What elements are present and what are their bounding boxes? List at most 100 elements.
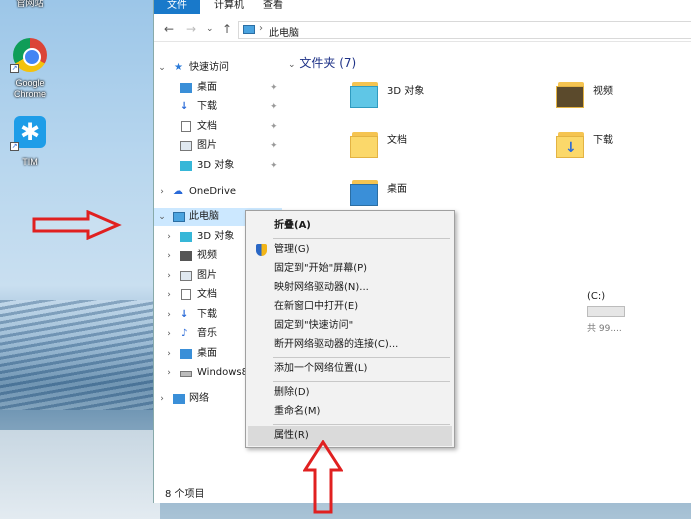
chevron-down-icon[interactable]: ⌄ xyxy=(158,59,166,77)
folder-label-3d-objects[interactable]: 3D 对象 xyxy=(387,82,424,97)
cube-icon xyxy=(180,232,192,242)
this-pc-icon xyxy=(243,25,255,34)
sidebar-item-onedrive[interactable]: › ☁ OneDrive xyxy=(154,183,282,201)
folder-label-downloads[interactable]: 下载 xyxy=(593,131,613,146)
menu-separator xyxy=(273,381,450,382)
folder-downloads-icon[interactable]: ↓ xyxy=(556,128,588,158)
sidebar-item-documents[interactable]: 文档 ✦ xyxy=(154,118,282,136)
chevron-right-icon[interactable]: › xyxy=(165,286,173,304)
pin-icon[interactable]: ✦ xyxy=(270,79,278,97)
sidebar-item-quick-access[interactable]: ⌄ ★ 快速访问 xyxy=(154,59,282,77)
sidebar-label: 图片 xyxy=(197,140,217,151)
chevron-down-icon[interactable]: ⌄ xyxy=(158,208,166,226)
menu-item-map-network-drive[interactable]: 映射网络驱动器(N)... xyxy=(248,278,452,298)
music-note-icon: ♪ xyxy=(181,328,188,339)
tab-computer[interactable]: 计算机 xyxy=(208,0,250,14)
chevron-right-icon[interactable]: › xyxy=(158,390,166,408)
sidebar-label: 音乐 xyxy=(197,328,217,339)
folder-label-documents[interactable]: 文档 xyxy=(387,131,407,146)
folder-label-videos[interactable]: 视频 xyxy=(593,82,613,97)
chevron-right-icon[interactable]: › xyxy=(165,364,173,382)
desktop-icon-tim-label[interactable]: TIM xyxy=(10,157,50,168)
menu-item-open-new-window[interactable]: 在新窗口中打开(E) xyxy=(248,297,452,317)
menu-item-properties[interactable]: 属性(R) xyxy=(248,426,452,446)
chevron-right-icon[interactable]: › xyxy=(165,267,173,285)
sidebar-label: 下载 xyxy=(197,309,217,320)
chevron-right-icon[interactable]: › xyxy=(165,306,173,324)
ribbon: 文件 计算机 查看 xyxy=(154,0,691,14)
menu-separator xyxy=(273,357,450,358)
forward-arrow-icon[interactable]: → xyxy=(186,22,196,36)
breadcrumb-this-pc[interactable]: 此电脑 xyxy=(269,24,299,39)
sidebar-label: 快速访问 xyxy=(189,62,229,73)
back-arrow-icon[interactable]: ← xyxy=(164,22,174,36)
chevron-right-icon[interactable]: › xyxy=(165,345,173,363)
desktop-icon xyxy=(350,184,378,206)
sidebar-label: 网络 xyxy=(189,393,209,404)
pin-icon[interactable]: ✦ xyxy=(270,137,278,155)
desktop-icon-chrome-label[interactable]: Google Chrome xyxy=(6,78,54,100)
sidebar-label: 此电脑 xyxy=(189,211,219,222)
menu-item-pin-to-start[interactable]: 固定到"开始"屏幕(P) xyxy=(248,259,452,279)
folder-desktop-icon[interactable] xyxy=(350,176,382,206)
sidebar-label: Windows8 xyxy=(197,367,249,378)
sidebar-label: OneDrive xyxy=(189,186,237,197)
cube-icon xyxy=(350,86,378,108)
navigation-bar: ← → ⌄ ↑ › 此电脑 xyxy=(154,18,691,42)
sidebar-item-desktop[interactable]: 桌面 ✦ xyxy=(154,79,282,97)
chevron-right-icon[interactable]: › xyxy=(165,228,173,246)
film-icon xyxy=(556,86,584,108)
pin-icon[interactable]: ✦ xyxy=(270,157,278,175)
sidebar-item-3d-objects[interactable]: 3D 对象 ✦ xyxy=(154,157,282,175)
address-bar[interactable]: › 此电脑 xyxy=(238,21,691,39)
menu-item-collapse[interactable]: 折叠(A) xyxy=(248,216,452,236)
chrome-label-line2: Chrome xyxy=(13,89,46,99)
tab-file[interactable]: 文件 xyxy=(154,0,200,14)
sidebar-item-pictures[interactable]: 图片 ✦ xyxy=(154,137,282,155)
desktop-icon xyxy=(180,349,192,359)
chevron-right-icon[interactable]: › xyxy=(158,183,166,201)
menu-item-manage[interactable]: 管理(G) xyxy=(248,240,452,260)
recent-chevron-down-icon[interactable]: ⌄ xyxy=(206,24,214,34)
download-arrow-icon: ↓ xyxy=(565,140,577,156)
breadcrumb-chevron-icon: › xyxy=(259,23,263,34)
menu-separator xyxy=(273,238,450,239)
menu-item-pin-to-quick-access[interactable]: 固定到"快速访问" xyxy=(248,316,452,336)
document-icon xyxy=(181,289,191,300)
film-icon xyxy=(180,251,192,261)
sogou-logo-icon xyxy=(515,432,549,466)
watermark-url: zhinan.sogou.com xyxy=(512,474,618,489)
chevron-down-icon[interactable]: ⌄ xyxy=(288,60,296,70)
sidebar-label: 下载 xyxy=(197,101,217,112)
status-item-count: 8 个项目 xyxy=(165,489,205,500)
menu-item-rename[interactable]: 重命名(M) xyxy=(248,402,452,422)
shortcut-arrow-icon: ↗ xyxy=(10,142,19,151)
chrome-label-line1: Google xyxy=(15,78,45,88)
sidebar-item-downloads[interactable]: ↓ 下载 ✦ xyxy=(154,98,282,116)
folder-documents-icon[interactable] xyxy=(350,128,382,158)
desktop-wallpaper-waves xyxy=(0,300,160,410)
drive-c-usage-bar xyxy=(587,306,625,317)
chevron-right-icon[interactable]: › xyxy=(165,247,173,265)
folders-group-header[interactable]: ⌄ 文件夹 (7) xyxy=(288,54,356,71)
sidebar-label: 文档 xyxy=(197,121,217,132)
chevron-right-icon[interactable]: › xyxy=(165,325,173,343)
tab-view[interactable]: 查看 xyxy=(257,0,289,14)
drive-icon xyxy=(180,371,192,377)
picture-icon xyxy=(180,271,192,281)
folder-label-desktop[interactable]: 桌面 xyxy=(387,180,407,195)
folder-3d-objects-icon[interactable] xyxy=(350,78,382,108)
drive-c-label[interactable]: (C:) xyxy=(587,291,605,302)
menu-item-delete[interactable]: 删除(D) xyxy=(248,383,452,403)
menu-item-add-network-location[interactable]: 添加一个网络位置(L) xyxy=(248,359,452,379)
cloud-icon: ☁ xyxy=(173,186,183,197)
cube-icon xyxy=(180,161,192,171)
desktop-top-label: 官网站 xyxy=(16,0,44,8)
folders-group-title: 文件夹 (7) xyxy=(299,56,357,70)
up-arrow-icon[interactable]: ↑ xyxy=(222,22,232,36)
pin-icon[interactable]: ✦ xyxy=(270,118,278,136)
pin-icon[interactable]: ✦ xyxy=(270,98,278,116)
context-menu: 折叠(A) 管理(G) 固定到"开始"屏幕(P) 映射网络驱动器(N)... 在… xyxy=(245,210,455,448)
menu-item-disconnect-network-drive[interactable]: 断开网络驱动器的连接(C)... xyxy=(248,335,452,355)
folder-videos-icon[interactable] xyxy=(556,78,588,108)
